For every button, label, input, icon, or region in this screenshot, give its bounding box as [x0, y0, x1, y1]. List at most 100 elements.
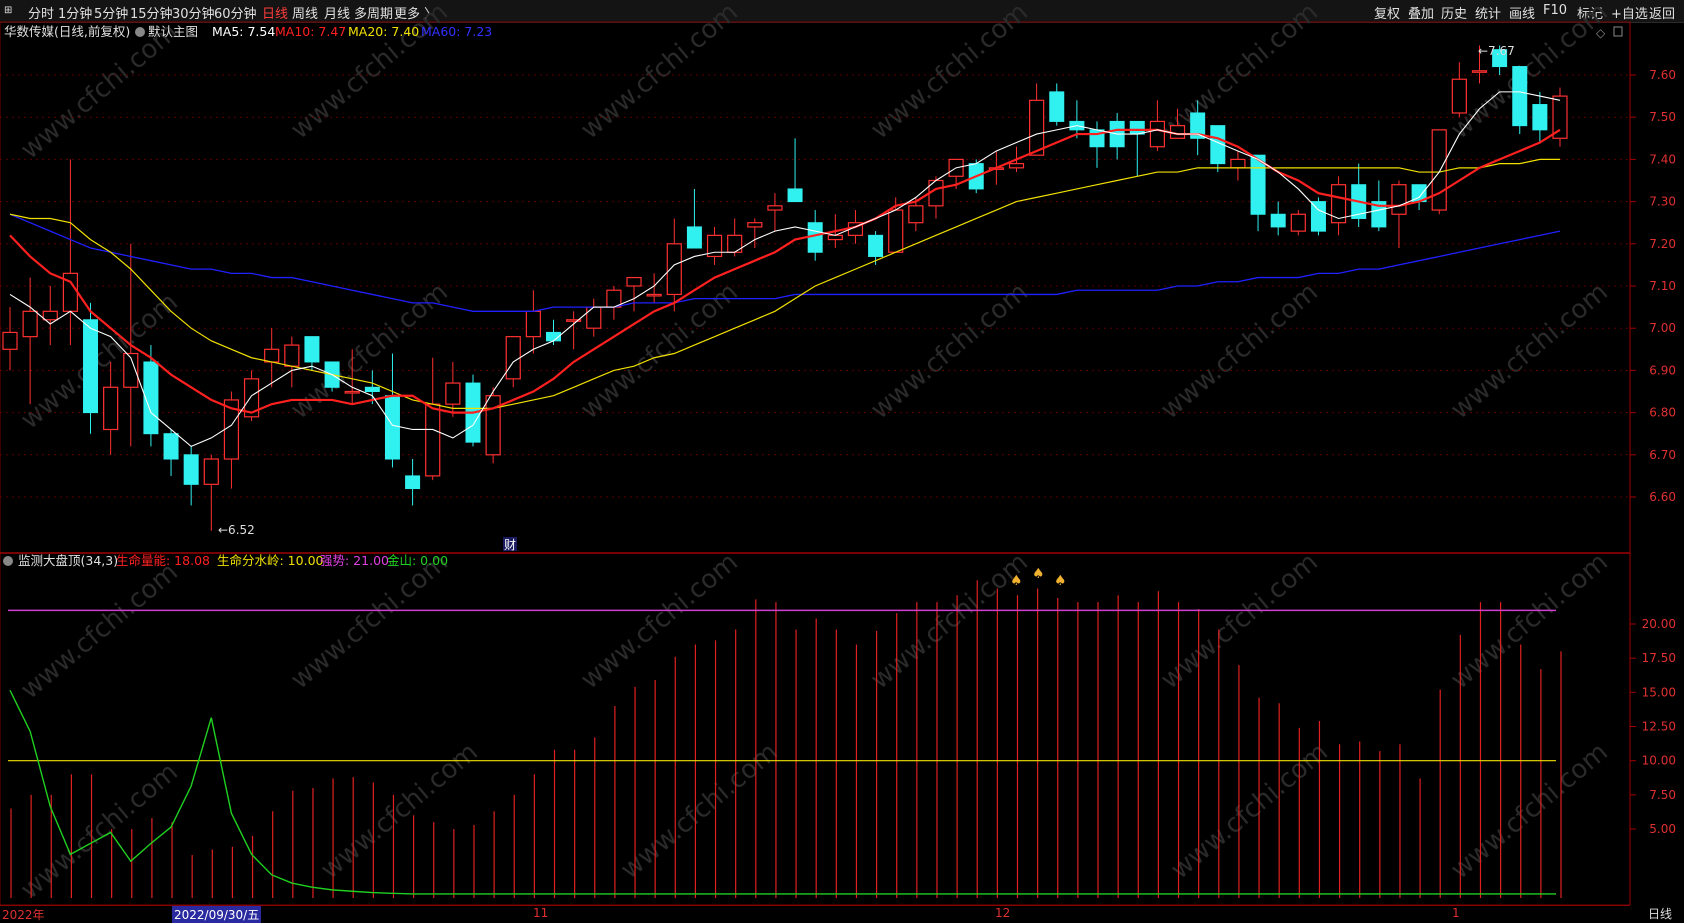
settings-dot-icon — [135, 27, 145, 37]
sub-settings-dot-icon — [3, 556, 13, 566]
watermark-19: www.cfchi.com — [315, 737, 484, 885]
candle-body-22 — [445, 382, 461, 405]
sub-axis-label-4: 10.00 — [1642, 754, 1676, 768]
watermark-20: www.cfchi.com — [615, 737, 784, 885]
candle-body-17 — [344, 390, 360, 394]
watermark-0: www.cfchi.com — [15, 17, 184, 165]
candle-body-13 — [264, 348, 280, 363]
main-axis-label-1: 7.50 — [1649, 110, 1676, 124]
low-price-label: ←6.52 — [218, 523, 255, 537]
main-axis-label-9: 6.70 — [1649, 448, 1676, 462]
watermark-6: www.cfchi.com — [15, 287, 184, 435]
candle-body-20 — [405, 475, 421, 490]
candle-body-25 — [505, 336, 521, 380]
candle-body-9 — [183, 454, 199, 485]
candle-body-43 — [868, 234, 884, 257]
sub-indicator-name: 监测大盘顶(34,3) — [18, 553, 118, 568]
main-indicator-name: 默认主图 — [148, 24, 198, 39]
candle-body-33 — [666, 243, 682, 296]
candle-body-24 — [485, 395, 501, 456]
candle-body-69 — [1391, 184, 1407, 215]
main-axis-label-2: 7.40 — [1649, 152, 1676, 166]
candle-body-61 — [1230, 158, 1246, 169]
candle-body-39 — [787, 188, 803, 203]
watermark-8: www.cfchi.com — [575, 277, 744, 425]
candle-body-34 — [686, 226, 702, 249]
watermark-13: www.cfchi.com — [285, 547, 454, 695]
candle-body-63 — [1270, 213, 1286, 228]
watermark-9: www.cfchi.com — [865, 277, 1034, 425]
date-selected-label: 2022/09/30/五 — [172, 906, 262, 923]
candle-body-21 — [425, 403, 441, 477]
kline-chart[interactable]: www.cfchi.com www.cfchi.com www.cfchi.com w… — [0, 0, 1684, 905]
candle-body-56 — [1129, 120, 1145, 135]
main-axis-label-3: 7.30 — [1649, 195, 1676, 209]
ma20-line — [9, 158, 1560, 409]
date-nov-label: 11 — [533, 906, 549, 920]
watermark-15: www.cfchi.com — [865, 547, 1034, 695]
date-jan-label: 1 — [1452, 906, 1460, 920]
main-axis-label-0: 7.60 — [1649, 68, 1676, 82]
top-signal-icon-0: ♠ — [1010, 573, 1023, 589]
candle-body-15 — [304, 336, 320, 363]
period-button[interactable]: 日线 — [1636, 905, 1684, 921]
main-axis-label-8: 6.80 — [1649, 406, 1676, 420]
candle-body-73 — [1471, 70, 1488, 73]
main-axis-label-4: 7.20 — [1649, 237, 1676, 251]
watermark-12: www.cfchi.com — [15, 557, 184, 705]
candle-body-62 — [1250, 154, 1266, 215]
date-year-label: 2022年 — [2, 908, 45, 922]
high-price-label: ←7.67 — [1478, 44, 1515, 58]
sub-axis-label-1: 17.50 — [1642, 651, 1676, 665]
life-energy-label: 生命量能: 18.08 — [116, 553, 210, 568]
fin-marker: 财 — [504, 538, 516, 552]
candle-body-75 — [1512, 66, 1528, 127]
top-signal-icon-1: ♠ — [1032, 566, 1045, 582]
gold-label: 金山: 0.00 — [387, 553, 448, 568]
candle-body-1 — [22, 310, 38, 338]
candle-body-14 — [284, 344, 300, 367]
candle-body-5 — [103, 386, 119, 431]
candle-body-8 — [163, 433, 179, 460]
candle-body-72 — [1451, 78, 1467, 114]
ma20-label: MA20: 7.40 — [348, 24, 419, 39]
main-axis-label-7: 6.90 — [1649, 363, 1676, 377]
sub-axis-label-2: 15.00 — [1642, 685, 1676, 699]
candle-body-10 — [203, 458, 219, 485]
candle-body-4 — [83, 319, 99, 414]
watermark-18: www.cfchi.com — [15, 757, 184, 905]
watermark-21: www.cfchi.com — [1165, 737, 1334, 885]
ma60-label: MA60: 7.23 — [421, 24, 492, 39]
candle-body-50 — [1008, 163, 1025, 169]
watershed-label: 生命分水岭: 10.00 — [217, 553, 324, 568]
diamond-icon: ◇ — [1596, 26, 1606, 40]
candle-body-38 — [767, 205, 783, 211]
watermark-22: www.cfchi.com — [1445, 737, 1614, 885]
window-icon — [1613, 26, 1623, 37]
sub-axis-label-0: 20.00 — [1642, 617, 1676, 631]
main-axis-label-6: 7.00 — [1649, 321, 1676, 335]
candle-body-71 — [1431, 129, 1447, 211]
date-dec-label: 12 — [995, 906, 1011, 920]
candle-body-32 — [646, 293, 662, 297]
top-signal-icon-2: ♠ — [1054, 573, 1067, 589]
main-axis-label-5: 7.10 — [1649, 279, 1676, 293]
watermark-17: www.cfchi.com — [1445, 547, 1614, 695]
watermark-11: www.cfchi.com — [1445, 277, 1614, 425]
stock-title: 华数传媒(日线,前复权) — [4, 24, 130, 39]
candle-body-51 — [1029, 99, 1045, 156]
ma10-label: MA10: 7.47 — [275, 24, 346, 39]
candle-body-45 — [908, 205, 924, 224]
ma5-line — [9, 91, 1561, 447]
ma5-label: MA5: 7.54 — [212, 24, 275, 39]
strength-label: 强势: 21.00 — [320, 553, 389, 568]
candle-body-31 — [626, 276, 642, 287]
candle-body-37 — [747, 222, 763, 228]
candle-body-64 — [1290, 213, 1306, 232]
candle-body-19 — [384, 395, 400, 460]
sub-axis-label-3: 12.50 — [1642, 720, 1676, 734]
candle-body-65 — [1310, 201, 1326, 232]
watermark-14: www.cfchi.com — [575, 547, 744, 695]
candle-body-41 — [827, 234, 843, 241]
candle-body-29 — [586, 306, 602, 329]
